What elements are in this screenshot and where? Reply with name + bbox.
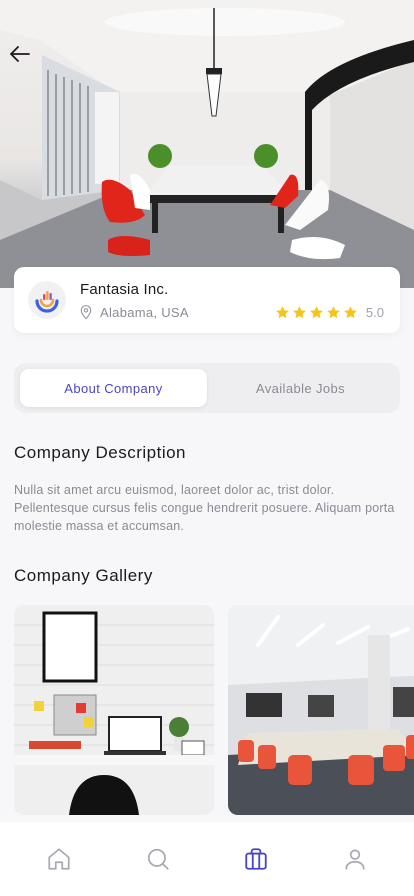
- bottom-navigation: [0, 822, 414, 896]
- gallery-photo-meeting-room[interactable]: [228, 605, 414, 815]
- location-label: Alabama, USA: [100, 304, 189, 320]
- location-pin-icon: [80, 305, 92, 320]
- nav-home[interactable]: [29, 829, 89, 889]
- gallery-title: Company Gallery: [14, 566, 153, 585]
- company-rating: 5.0: [275, 305, 384, 320]
- company-cover-image: [0, 0, 414, 288]
- company-logo-icon: [35, 291, 59, 313]
- description-text: Nulla sit amet arcu euismod, laoreet dol…: [14, 483, 395, 533]
- company-logo: [28, 281, 66, 319]
- company-info-card: Fantasia Inc. Alabama, USA 5.0: [14, 267, 400, 333]
- company-tabs: About Company Available Jobs: [14, 363, 400, 413]
- search-icon: [147, 848, 169, 870]
- description-title: Company Description: [14, 443, 187, 462]
- nav-jobs[interactable]: [226, 829, 286, 889]
- star-icon: [327, 306, 340, 319]
- tab-about-company[interactable]: About Company: [20, 369, 207, 407]
- star-icon: [344, 306, 357, 319]
- profile-icon: [345, 849, 365, 870]
- back-button[interactable]: [8, 42, 38, 72]
- tab-available-jobs[interactable]: Available Jobs: [207, 369, 394, 407]
- rating-value: 5.0: [365, 305, 384, 320]
- company-location: Alabama, USA: [78, 304, 189, 320]
- company-gallery: [14, 605, 414, 815]
- home-icon: [48, 848, 70, 870]
- company-name: Fantasia Inc.: [80, 281, 169, 298]
- star-icon: [310, 306, 323, 319]
- star-icon: [293, 306, 306, 319]
- briefcase-icon: [245, 848, 267, 870]
- gallery-photo-office-desk[interactable]: [14, 605, 214, 815]
- nav-profile[interactable]: [325, 829, 385, 889]
- arrow-left-icon: [10, 46, 30, 62]
- star-icon: [276, 306, 289, 319]
- nav-search[interactable]: [128, 829, 188, 889]
